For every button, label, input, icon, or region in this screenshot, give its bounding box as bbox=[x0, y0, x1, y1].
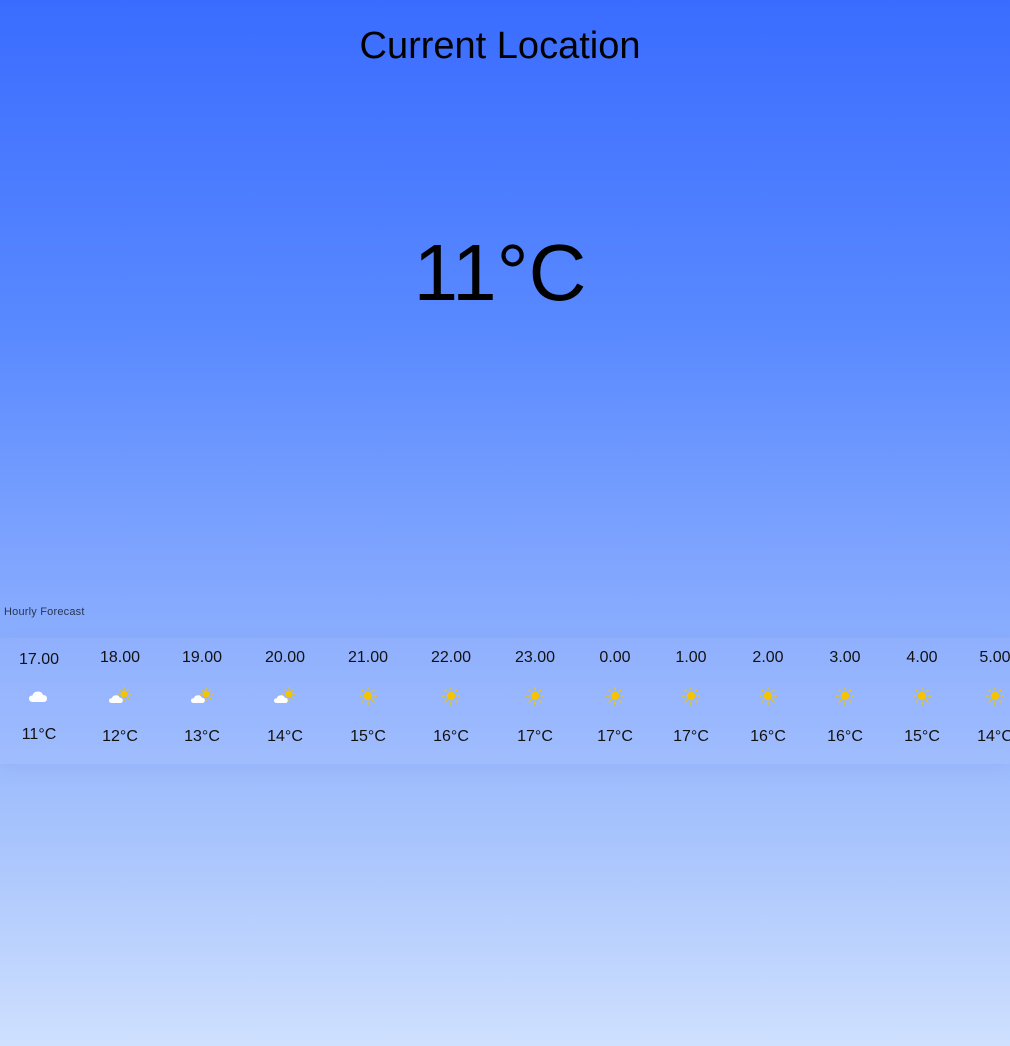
sun-icon bbox=[523, 686, 547, 706]
hourly-forecast-item: 4.00 15°C bbox=[887, 638, 957, 764]
hour-temperature: 15°C bbox=[904, 728, 940, 745]
hourly-forecast-item: 0.00 17°C bbox=[580, 638, 650, 764]
hourly-forecast-item: 5.00 14°C bbox=[960, 638, 1010, 764]
sun-icon bbox=[756, 686, 780, 706]
partly-cloudy-icon bbox=[190, 686, 214, 706]
hour-time: 5.00 bbox=[979, 649, 1010, 666]
hourly-forecast-item: 17.00 11°C bbox=[4, 638, 74, 764]
hour-time: 22.00 bbox=[430, 649, 472, 666]
hour-temperature: 13°C bbox=[184, 728, 220, 745]
hourly-forecast-item: 22.00 16°C bbox=[416, 638, 486, 764]
sun-icon bbox=[983, 686, 1007, 706]
partly-cloudy-icon bbox=[108, 686, 132, 706]
sun-icon bbox=[439, 686, 463, 706]
hourly-forecast-item: 21.00 15°C bbox=[333, 638, 403, 764]
sun-icon bbox=[356, 686, 380, 706]
hour-time: 23.00 bbox=[514, 649, 556, 666]
hour-time: 18.00 bbox=[99, 649, 141, 666]
hour-time: 21.00 bbox=[347, 649, 389, 666]
sun-icon bbox=[833, 686, 857, 706]
hourly-forecast-item: 2.00 16°C bbox=[733, 638, 803, 764]
hour-temperature: 16°C bbox=[750, 728, 786, 745]
hour-temperature: 14°C bbox=[977, 728, 1010, 745]
sun-icon bbox=[603, 686, 627, 706]
hourly-forecast-item: 3.00 16°C bbox=[810, 638, 880, 764]
hour-temperature: 12°C bbox=[102, 728, 138, 745]
hourly-forecast-item: 20.00 14°C bbox=[250, 638, 320, 764]
hourly-forecast-scroller[interactable]: 17.00 11°C 18.00 12°C 19.00 13°C 20.00 14°C 21.0… bbox=[0, 638, 1010, 764]
hour-time: 3.00 bbox=[829, 649, 861, 666]
hourly-forecast-item: 18.00 12°C bbox=[85, 638, 155, 764]
cloud-icon bbox=[27, 686, 51, 706]
hourly-forecast-item: 1.00 17°C bbox=[656, 638, 726, 764]
current-temperature: 11°C bbox=[413, 228, 587, 317]
hourly-forecast-item: 19.00 13°C bbox=[167, 638, 237, 764]
hour-time: 17.00 bbox=[18, 651, 60, 668]
hour-temperature: 16°C bbox=[433, 728, 469, 745]
hour-temperature: 16°C bbox=[827, 728, 863, 745]
hour-temperature: 17°C bbox=[673, 728, 709, 745]
hourly-forecast-label: Hourly Forecast bbox=[4, 606, 85, 618]
hourly-forecast-item: 23.00 17°C bbox=[500, 638, 570, 764]
hour-time: 20.00 bbox=[264, 649, 306, 666]
hour-temperature: 15°C bbox=[350, 728, 386, 745]
hour-time: 4.00 bbox=[906, 649, 938, 666]
hour-temperature: 14°C bbox=[267, 728, 303, 745]
hour-time: 19.00 bbox=[181, 649, 223, 666]
hour-temperature: 17°C bbox=[597, 728, 633, 745]
hour-time: 1.00 bbox=[675, 649, 707, 666]
partly-cloudy-icon bbox=[273, 686, 297, 706]
hour-temperature: 17°C bbox=[517, 728, 553, 745]
location-title: Current Location bbox=[359, 25, 641, 67]
sun-icon bbox=[910, 686, 934, 706]
hour-time: 0.00 bbox=[599, 649, 631, 666]
sun-icon bbox=[679, 686, 703, 706]
hour-temperature: 11°C bbox=[21, 726, 57, 743]
hour-time: 2.00 bbox=[752, 649, 784, 666]
